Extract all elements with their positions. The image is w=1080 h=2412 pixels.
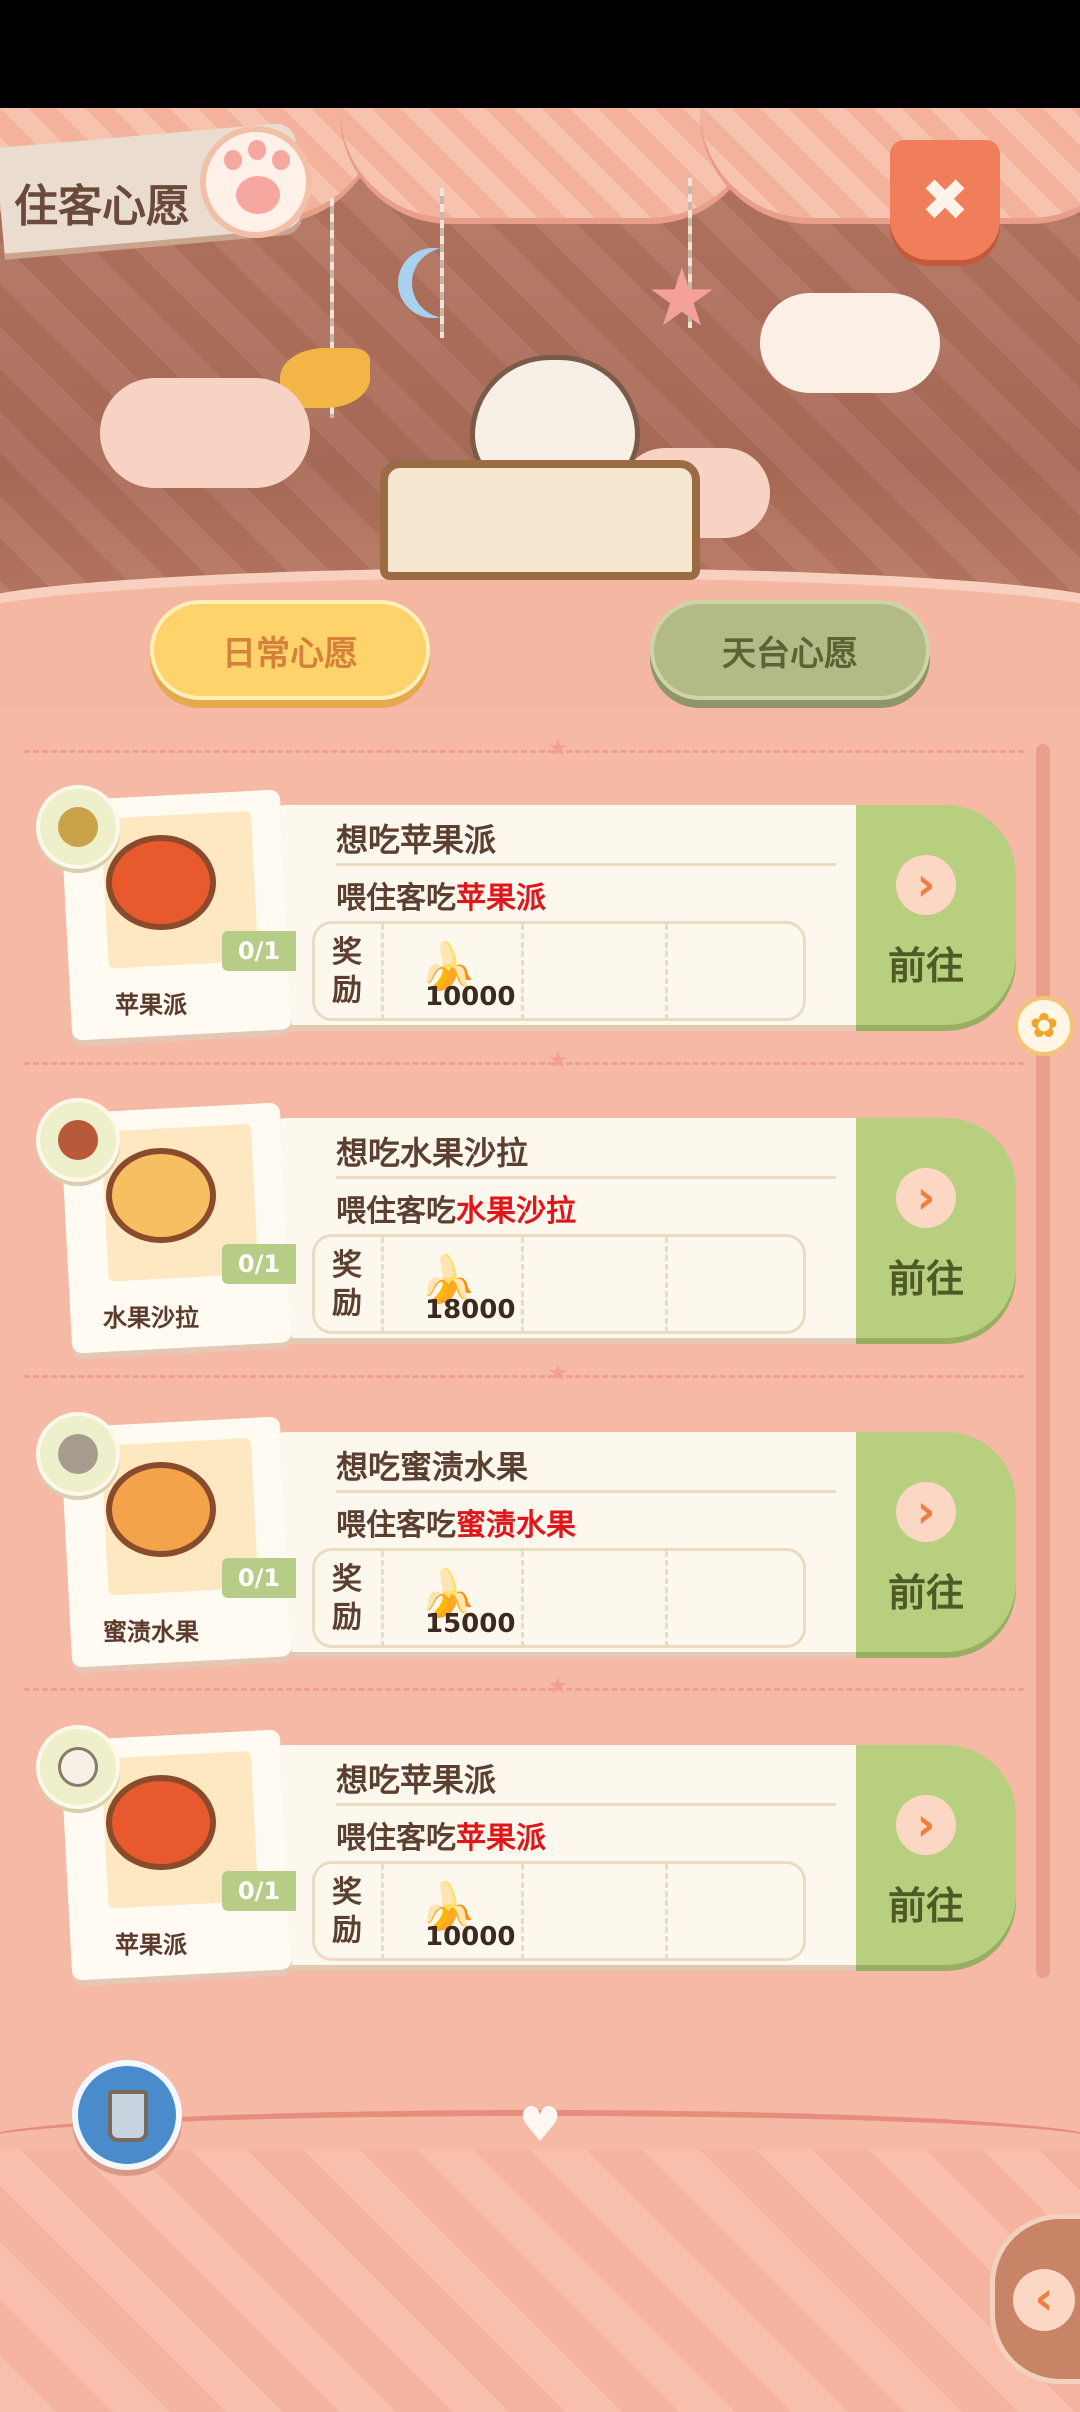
divider-star-icon: ★ [548, 1361, 568, 1386]
goto-button[interactable]: › 前往 [856, 1118, 1016, 1338]
close-icon: ✖ [920, 166, 970, 234]
goto-button[interactable]: › 前往 [856, 1745, 1016, 1965]
divider [336, 1176, 836, 1179]
goto-label: 前往 [887, 1571, 964, 1615]
divider [24, 1062, 1024, 1065]
page-title: 住客心愿 [14, 181, 190, 232]
reward-box: 奖励 🍌 18000 [312, 1234, 806, 1334]
wish-card: 蜜渍水果 0/1 想吃蜜渍水果 喂住客吃蜜渍水果 奖励 🍌 15000 › 前往 [36, 1412, 1016, 1672]
food-name: 水果沙拉 [103, 1304, 199, 1332]
guest-avatar [36, 785, 120, 869]
status-bar [0, 0, 1080, 108]
wish-title: 想吃蜜渍水果 [336, 1448, 529, 1486]
scrollbar[interactable] [1036, 744, 1050, 1978]
food-name: 苹果派 [115, 991, 187, 1019]
guest-avatar [36, 1412, 120, 1496]
bottom-area [0, 2150, 1080, 2412]
reward-amount: 10000 [425, 982, 516, 1012]
wish-description: 喂住客吃水果沙拉 [336, 1194, 576, 1229]
apple-pie-icon [106, 1775, 216, 1870]
divider-star-icon: ★ [548, 736, 568, 761]
reward-box: 奖励 🍌 15000 [312, 1548, 806, 1648]
progress-tag: 0/1 [222, 1244, 296, 1284]
trash-button[interactable] [72, 2060, 182, 2170]
wish-title: 想吃苹果派 [336, 821, 497, 859]
divider [336, 1803, 836, 1806]
divider [24, 1688, 1024, 1691]
progress-tag: 0/1 [222, 1871, 296, 1911]
guest-avatar [36, 1098, 120, 1182]
divider [24, 750, 1024, 753]
wish-card: 苹果派 0/1 想吃苹果派 喂住客吃苹果派 奖励 🍌 10000 › 前往 [36, 785, 1016, 1045]
cloud-decoration [100, 378, 310, 488]
wish-card: 苹果派 0/1 想吃苹果派 喂住客吃苹果派 奖励 🍌 10000 › 前往 [36, 1725, 1016, 1985]
tab-rooftop-wishes[interactable]: 天台心愿 [650, 600, 930, 700]
goto-label: 前往 [887, 944, 964, 988]
divider [24, 1375, 1024, 1378]
reward-label: 奖励 [332, 935, 362, 1008]
goto-label: 前往 [887, 1257, 964, 1301]
reward-amount: 15000 [425, 1609, 516, 1639]
progress-tag: 0/1 [222, 931, 296, 971]
goto-label: 前往 [887, 1884, 964, 1928]
progress-tag: 0/1 [222, 1558, 296, 1598]
reward-amount: 10000 [425, 1922, 516, 1952]
reward-box: 奖励 🍌 10000 [312, 921, 806, 1021]
trash-icon [108, 2090, 148, 2142]
chevron-right-icon: › [896, 1795, 956, 1855]
chevron-left-icon: ‹ [1013, 2269, 1075, 2331]
goto-button[interactable]: › 前往 [856, 1432, 1016, 1652]
fruit-salad-icon [106, 1148, 216, 1243]
moon-ornament-icon [412, 248, 482, 318]
wish-description: 喂住客吃蜜渍水果 [336, 1508, 576, 1543]
divider-star-icon: ★ [548, 1048, 568, 1073]
food-name: 蜜渍水果 [103, 1618, 199, 1646]
chevron-right-icon: › [896, 855, 956, 915]
close-button[interactable]: ✖ [890, 140, 1000, 260]
winged-heart-icon: ♥ [518, 2097, 562, 2153]
reward-label: 奖励 [332, 1875, 362, 1948]
guest-avatar [36, 1725, 120, 1809]
wish-title: 想吃苹果派 [336, 1761, 497, 1799]
wish-description: 喂住客吃苹果派 [336, 1821, 546, 1856]
reward-amount: 18000 [425, 1295, 516, 1325]
star-ornament-icon: ★ [646, 251, 718, 344]
candied-fruit-icon [106, 1462, 216, 1557]
open-book-icon [380, 460, 700, 580]
reward-label: 奖励 [332, 1248, 362, 1321]
divider [336, 1490, 836, 1493]
scroll-paw-icon[interactable]: ✿ [1014, 996, 1074, 1056]
reward-label: 奖励 [332, 1562, 362, 1635]
wish-description: 喂住客吃苹果派 [336, 881, 546, 916]
apple-pie-icon [106, 835, 216, 930]
chevron-right-icon: › [896, 1168, 956, 1228]
reward-box: 奖励 🍌 10000 [312, 1861, 806, 1961]
cloud-decoration [760, 293, 940, 393]
goto-button[interactable]: › 前往 [856, 805, 1016, 1025]
food-name: 苹果派 [115, 1931, 187, 1959]
divider [336, 863, 836, 866]
wish-title: 想吃水果沙拉 [336, 1134, 529, 1172]
chevron-right-icon: › [896, 1482, 956, 1542]
curtain-middle [340, 108, 760, 218]
wish-card: 水果沙拉 0/1 想吃水果沙拉 喂住客吃水果沙拉 奖励 🍌 18000 › 前往 [36, 1098, 1016, 1358]
paw-icon [200, 126, 312, 238]
divider-star-icon: ★ [548, 1674, 568, 1699]
tab-daily-wishes[interactable]: 日常心愿 [150, 600, 430, 700]
